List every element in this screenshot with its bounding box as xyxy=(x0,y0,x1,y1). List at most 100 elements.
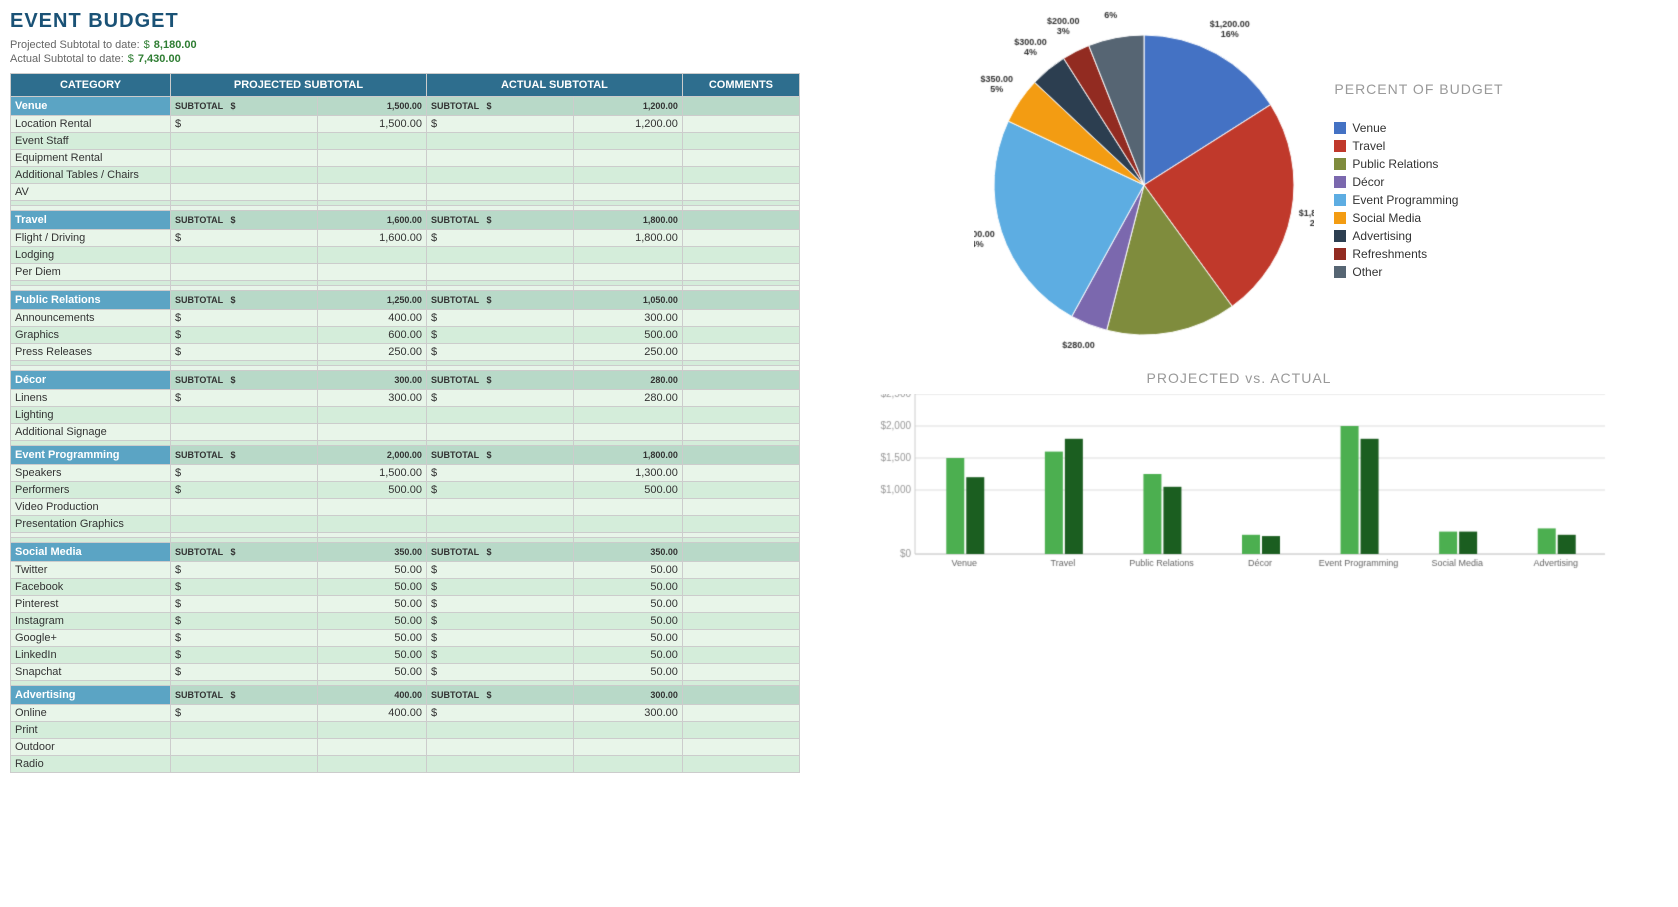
row-name: Event Staff xyxy=(11,133,171,150)
section-actual-value: 1,200.00 xyxy=(573,97,682,116)
legend-item: Décor xyxy=(1334,175,1503,189)
legend-label: Social Media xyxy=(1352,211,1421,225)
row-name: Graphics xyxy=(11,327,171,344)
row-proj-dollar xyxy=(171,167,318,184)
row-proj-dollar: $ xyxy=(171,647,318,664)
row-comment xyxy=(682,264,799,281)
bar-chart-section: PROJECTED vs. ACTUAL xyxy=(810,370,1668,614)
row-proj-value xyxy=(317,756,426,773)
row-act-dollar xyxy=(426,407,573,424)
legend-item: Travel xyxy=(1334,139,1503,153)
row-proj-dollar xyxy=(171,499,318,516)
actual-label: Actual Subtotal to date: xyxy=(10,53,124,65)
row-act-value: 50.00 xyxy=(573,613,682,630)
row-act-value: 300.00 xyxy=(573,310,682,327)
row-proj-value: 400.00 xyxy=(317,705,426,722)
projected-header: PROJECTED SUBTOTAL xyxy=(171,74,427,97)
section-subtotal-label: SUBTOTAL $ xyxy=(171,371,318,390)
row-name: AV xyxy=(11,184,171,201)
row-act-dollar: $ xyxy=(426,630,573,647)
row-name: Presentation Graphics xyxy=(11,516,171,533)
section-subtotal-label: SUBTOTAL $ xyxy=(171,543,318,562)
actual-summary: Actual Subtotal to date: $ 7,430.00 xyxy=(10,53,800,65)
bar-chart-title: PROJECTED vs. ACTUAL xyxy=(810,370,1668,386)
row-name: Per Diem xyxy=(11,264,171,281)
legend-color xyxy=(1334,248,1346,260)
row-act-value: 500.00 xyxy=(573,482,682,499)
row-act-value xyxy=(573,264,682,281)
section-subtotal-label: SUBTOTAL $ xyxy=(171,211,318,230)
row-act-value xyxy=(573,167,682,184)
row-proj-value xyxy=(317,133,426,150)
section-actual-value: 1,800.00 xyxy=(573,211,682,230)
actual-value: 7,430.00 xyxy=(138,53,181,65)
pie-chart-title: PERCENT OF BUDGET xyxy=(1334,81,1503,97)
row-comment xyxy=(682,579,799,596)
row-proj-dollar: $ xyxy=(171,344,318,361)
row-proj-value xyxy=(317,407,426,424)
row-act-value xyxy=(573,756,682,773)
table-row: Lighting xyxy=(11,407,800,424)
row-act-dollar: $ xyxy=(426,116,573,133)
section-proj-value: 350.00 xyxy=(317,543,426,562)
section-proj-value: 1,250.00 xyxy=(317,291,426,310)
row-name: Video Production xyxy=(11,499,171,516)
section-name: Venue xyxy=(11,97,171,116)
section-subtotal-label: SUBTOTAL $ xyxy=(171,686,318,705)
legend-color xyxy=(1334,176,1346,188)
row-name: Announcements xyxy=(11,310,171,327)
row-proj-dollar xyxy=(171,424,318,441)
row-act-value xyxy=(573,499,682,516)
table-row: Video Production xyxy=(11,499,800,516)
page-title: EVENT BUDGET xyxy=(10,10,800,33)
row-proj-value xyxy=(317,150,426,167)
legend-color xyxy=(1334,230,1346,242)
row-act-dollar: $ xyxy=(426,613,573,630)
row-act-dollar xyxy=(426,756,573,773)
section-name: Advertising xyxy=(11,686,171,705)
section-comments xyxy=(682,371,799,390)
row-proj-value: 50.00 xyxy=(317,562,426,579)
table-row: Instagram $ 50.00 $ 50.00 xyxy=(11,613,800,630)
row-proj-dollar: $ xyxy=(171,310,318,327)
row-act-value: 1,200.00 xyxy=(573,116,682,133)
row-name: Equipment Rental xyxy=(11,150,171,167)
table-header-row: CATEGORY PROJECTED SUBTOTAL ACTUAL SUBTO… xyxy=(11,74,800,97)
section-name: Décor xyxy=(11,371,171,390)
section-proj-value: 300.00 xyxy=(317,371,426,390)
legend-item: Event Programming xyxy=(1334,193,1503,207)
row-comment xyxy=(682,424,799,441)
section-header-row: Venue SUBTOTAL $ 1,500.00 SUBTOTAL $ 1,2… xyxy=(11,97,800,116)
row-act-dollar: $ xyxy=(426,344,573,361)
section-header-row: Travel SUBTOTAL $ 1,600.00 SUBTOTAL $ 1,… xyxy=(11,211,800,230)
page: EVENT BUDGET Projected Subtotal to date:… xyxy=(0,0,1678,907)
row-act-dollar: $ xyxy=(426,705,573,722)
row-act-value xyxy=(573,722,682,739)
section-header-row: Social Media SUBTOTAL $ 350.00 SUBTOTAL … xyxy=(11,543,800,562)
row-proj-value: 50.00 xyxy=(317,647,426,664)
row-proj-dollar: $ xyxy=(171,562,318,579)
row-act-dollar xyxy=(426,150,573,167)
table-row: Presentation Graphics xyxy=(11,516,800,533)
row-comment xyxy=(682,664,799,681)
row-act-dollar xyxy=(426,739,573,756)
row-proj-value: 1,500.00 xyxy=(317,116,426,133)
pie-legend: Venue Travel Public Relations Décor Even… xyxy=(1334,121,1503,279)
row-comment xyxy=(682,596,799,613)
row-name: Flight / Driving xyxy=(11,230,171,247)
section-proj-value: 400.00 xyxy=(317,686,426,705)
row-proj-dollar xyxy=(171,184,318,201)
table-row: Snapchat $ 50.00 $ 50.00 xyxy=(11,664,800,681)
legend-color xyxy=(1334,266,1346,278)
table-row: Per Diem xyxy=(11,264,800,281)
row-proj-value: 300.00 xyxy=(317,390,426,407)
table-row: AV xyxy=(11,184,800,201)
row-act-value: 280.00 xyxy=(573,390,682,407)
actual-header: ACTUAL SUBTOTAL xyxy=(426,74,682,97)
row-name: Additional Tables / Chairs xyxy=(11,167,171,184)
legend-label: Venue xyxy=(1352,121,1386,135)
section-proj-value: 2,000.00 xyxy=(317,446,426,465)
section-actual-label: SUBTOTAL $ xyxy=(426,97,573,116)
legend-label: Décor xyxy=(1352,175,1384,189)
row-act-dollar xyxy=(426,167,573,184)
